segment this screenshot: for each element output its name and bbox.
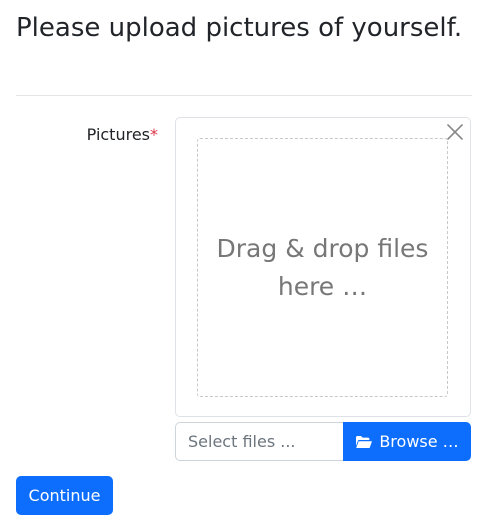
- file-caption-input[interactable]: Select files ...: [175, 422, 343, 461]
- file-input-group: Select files ... Browse …: [175, 422, 471, 461]
- file-upload-panel: Drag & drop files here …: [175, 117, 471, 417]
- continue-button[interactable]: Continue: [16, 476, 113, 515]
- pictures-label: Pictures*: [16, 125, 158, 145]
- required-marker: *: [150, 125, 158, 144]
- close-icon: [447, 124, 463, 140]
- drop-zone[interactable]: Drag & drop files here …: [197, 138, 448, 397]
- folder-open-icon: [356, 435, 373, 448]
- divider: [16, 95, 472, 96]
- browse-label: Browse …: [379, 432, 459, 451]
- browse-button[interactable]: Browse …: [343, 422, 471, 461]
- pictures-label-text: Pictures: [86, 125, 150, 144]
- drop-zone-text: Drag & drop files here …: [216, 233, 429, 301]
- page-title: Please upload pictures of yourself.: [16, 13, 463, 43]
